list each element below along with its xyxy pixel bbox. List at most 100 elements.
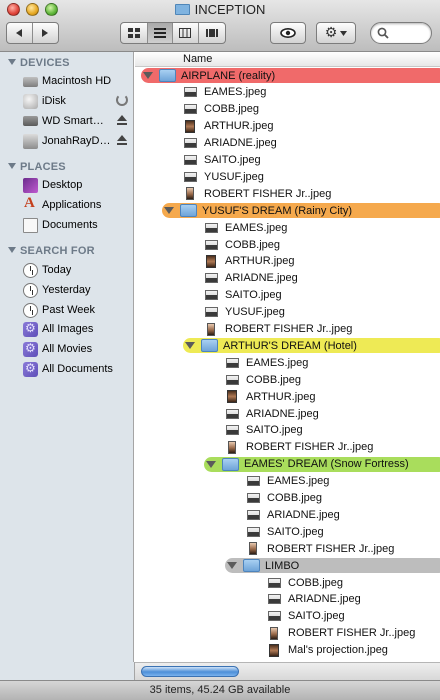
window-title: INCEPTION [0, 2, 440, 17]
disclosure-triangle-icon [8, 247, 16, 253]
file-row[interactable]: COBB.jpeg [266, 574, 343, 591]
sidebar-footer [0, 662, 135, 680]
folder-row[interactable]: AIRPLANE (reality) [143, 67, 275, 84]
file-row[interactable]: ARIADNE.jpeg [266, 591, 361, 608]
image-file-icon [205, 273, 218, 284]
clock-icon [23, 262, 38, 278]
file-row[interactable]: SAITO.jpeg [224, 422, 303, 439]
chevron-down-icon [340, 30, 348, 36]
sidebar-item-yesterday[interactable]: Yesterday [23, 280, 133, 300]
image-file-icon [226, 408, 239, 419]
search-field[interactable] [370, 22, 432, 44]
file-row[interactable]: ROBERT FISHER Jr..jpeg [245, 540, 394, 557]
folder-icon [243, 559, 260, 573]
image-file-icon [268, 577, 281, 588]
sidebar-item-today[interactable]: Today [23, 260, 133, 280]
folder-row[interactable]: LIMBO [227, 557, 299, 574]
file-row[interactable]: EAMES.jpeg [182, 84, 266, 101]
file-row[interactable]: EAMES.jpeg [224, 354, 308, 371]
sidebar-item-applications[interactable]: Applications [23, 195, 133, 215]
horizontal-scrollbar[interactable] [135, 662, 440, 680]
eject-icon[interactable] [117, 135, 127, 146]
action-menu-button[interactable]: ⚙ [316, 22, 356, 44]
list-view-icon [153, 28, 166, 38]
file-row[interactable]: ARIADNE.jpeg [224, 405, 319, 422]
file-name: EAMES' DREAM (Snow Fortress) [244, 458, 409, 471]
column-header-name[interactable]: Name [135, 52, 440, 67]
file-name: LIMBO [265, 559, 300, 572]
file-name: SAITO.jpeg [267, 525, 324, 538]
image-file-icon [247, 476, 260, 487]
sidebar-item-documents[interactable]: Documents [23, 215, 133, 235]
search-icon [377, 27, 389, 39]
file-row[interactable]: YUSUF.jpeg [203, 304, 285, 321]
file-row[interactable]: SAITO.jpeg [266, 608, 345, 625]
sidebar-item-all-images[interactable]: All Images [23, 319, 133, 339]
sidebar-item-wd-smart[interactable]: WD Smart… [23, 111, 133, 131]
column-view-button[interactable] [173, 23, 199, 43]
image-file-icon [184, 138, 197, 149]
file-row[interactable]: SAITO.jpeg [182, 152, 261, 169]
folder-row[interactable]: YUSUF'S DREAM (Rainy City) [164, 202, 352, 219]
sidebar-item-all-movies[interactable]: All Movies [23, 339, 133, 359]
forward-button[interactable] [33, 23, 58, 43]
file-row[interactable]: ROBERT FISHER Jr..jpeg [224, 439, 373, 456]
scrollbar-thumb[interactable] [141, 666, 239, 677]
file-row[interactable]: SAITO.jpeg [245, 523, 324, 540]
list-view-button[interactable] [147, 23, 174, 43]
file-row[interactable]: COBB.jpeg [182, 101, 259, 118]
sidebar-item-idisk[interactable]: iDisk [23, 91, 133, 111]
image-file-icon [247, 526, 260, 537]
folder-icon [159, 69, 176, 82]
disclosure-triangle-icon[interactable] [206, 460, 216, 468]
file-row[interactable]: ARIADNE.jpeg [182, 135, 277, 152]
folder-icon [222, 457, 239, 471]
gear-icon: ⚙ [324, 25, 338, 41]
image-file-icon [228, 440, 236, 454]
sidebar-item-jonahrayd[interactable]: JonahRayD… [23, 131, 133, 151]
disclosure-triangle-icon[interactable] [227, 562, 237, 570]
disclosure-triangle-icon[interactable] [185, 342, 195, 350]
file-row[interactable]: ROBERT FISHER Jr..jpeg [266, 625, 415, 642]
folder-row[interactable]: ARTHUR'S DREAM (Hotel) [185, 337, 357, 354]
sidebar-item-past-week[interactable]: Past Week [23, 300, 133, 320]
sidebar-item-macintosh-hd[interactable]: Macintosh HD [23, 71, 133, 91]
sidebar-section-devices[interactable]: DEVICES [8, 57, 70, 69]
coverflow-view-button[interactable] [199, 23, 225, 43]
eject-icon[interactable] [117, 115, 127, 126]
image-file-icon [268, 611, 281, 622]
disclosure-triangle-icon[interactable] [164, 207, 174, 215]
folder-row[interactable]: EAMES' DREAM (Snow Fortress) [206, 456, 409, 473]
back-button[interactable] [7, 23, 33, 43]
file-row[interactable]: ARIADNE.jpeg [245, 506, 340, 523]
icon-view-button[interactable] [121, 23, 148, 43]
file-row[interactable]: ARTHUR.jpeg [203, 253, 295, 270]
file-row[interactable]: ARTHUR.jpeg [224, 388, 316, 405]
sync-icon[interactable] [116, 94, 128, 106]
file-row[interactable]: EAMES.jpeg [203, 219, 287, 236]
file-name: SAITO.jpeg [225, 289, 282, 302]
file-row[interactable]: ARIADNE.jpeg [203, 270, 298, 287]
quick-look-button[interactable] [270, 22, 306, 44]
image-file-icon [205, 290, 218, 301]
file-row[interactable]: SAITO.jpeg [203, 287, 282, 304]
file-row[interactable]: EAMES.jpeg [245, 473, 329, 490]
file-name: COBB.jpeg [225, 238, 281, 251]
file-row[interactable]: YUSUF.jpeg [182, 168, 264, 185]
file-row[interactable]: ROBERT FISHER Jr..jpeg [203, 321, 352, 338]
file-row[interactable]: COBB.jpeg [224, 371, 301, 388]
sidebar-item-desktop[interactable]: Desktop [23, 175, 133, 195]
image-file-icon [206, 254, 216, 268]
file-row[interactable]: COBB.jpeg [203, 236, 280, 253]
disclosure-triangle-icon[interactable] [143, 72, 153, 79]
file-row[interactable]: ARTHUR.jpeg [182, 118, 274, 135]
file-row[interactable]: ROBERT FISHER Jr..jpeg [182, 185, 331, 202]
view-mode-segmented-control [120, 22, 226, 44]
sidebar-section-places[interactable]: PLACES [8, 161, 66, 173]
sidebar-item-all-documents[interactable]: All Documents [23, 359, 133, 379]
image-file-icon [185, 119, 195, 133]
file-name: SAITO.jpeg [288, 610, 345, 623]
sidebar-section-search-for[interactable]: SEARCH FOR [8, 245, 95, 257]
file-row[interactable]: Mal's projection.jpeg [266, 642, 388, 659]
file-row[interactable]: COBB.jpeg [245, 490, 322, 507]
